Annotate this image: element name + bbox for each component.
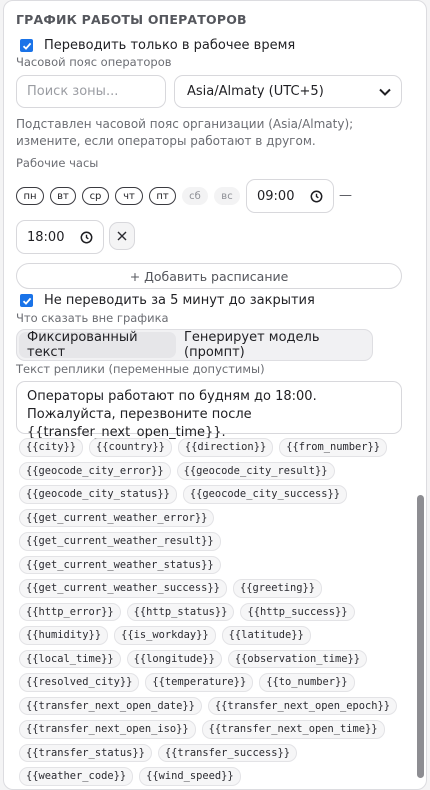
variable-chip[interactable]: {{resolved_city}}	[19, 673, 140, 692]
time-to-input[interactable]: 18:00	[16, 220, 104, 254]
variable-chip[interactable]: {{http_success}}	[240, 602, 355, 621]
variable-chip[interactable]: {{is_workday}}	[114, 626, 216, 645]
remove-interval-button[interactable]	[109, 222, 135, 250]
add-schedule-label: + Добавить расписание	[129, 268, 289, 284]
variable-chip[interactable]: {{geocode_city_success}}	[182, 485, 348, 504]
add-schedule-button[interactable]: + Добавить расписание	[16, 263, 402, 289]
variable-chip[interactable]: {{to_number}}	[259, 673, 355, 692]
variable-chip[interactable]: {{longitude}}	[126, 649, 222, 668]
scrollbar-thumb[interactable]	[417, 495, 424, 778]
variable-chips: {{city}} {{country}} {{direction}} {{fro…	[19, 438, 411, 786]
close-icon	[117, 231, 127, 241]
reply-text-label: Текст реплики (переменные допустимы)	[16, 362, 265, 376]
clock-icon[interactable]	[310, 190, 323, 203]
only-work-hours-checkbox[interactable]	[20, 39, 33, 52]
time-separator: —	[339, 188, 352, 203]
timezone-selected-value: Asia/Almaty (UTC+5)	[187, 84, 324, 99]
variable-chip[interactable]: {{transfer_status}}	[19, 743, 152, 762]
variable-chip[interactable]: {{latitude}}	[221, 626, 311, 645]
variable-chip[interactable]: {{get_current_weather_error}}	[19, 508, 215, 527]
variable-chip[interactable]: {{local_time}}	[19, 649, 121, 668]
variable-chip[interactable]: {{geocode_city_error}}	[19, 461, 171, 480]
variable-chip[interactable]: {{humidity}}	[19, 626, 109, 645]
variable-chip[interactable]: {{temperature}}	[145, 673, 254, 692]
timezone-select[interactable]: Asia/Almaty (UTC+5)	[174, 75, 402, 108]
day-tue[interactable]: вт	[50, 187, 76, 205]
section-title: ГРАФИК РАБОТЫ ОПЕРАТОРОВ	[16, 12, 247, 27]
variable-chip[interactable]: {{transfer_next_open_iso}}	[19, 720, 196, 739]
variable-chip[interactable]: {{direction}}	[177, 438, 274, 457]
no-transfer-before-close-label: Не переводить за 5 минут до закрытия	[44, 293, 315, 308]
variable-chip[interactable]: {{from_number}}	[279, 438, 388, 457]
timezone-hint: Подставлен часовой пояс организации (Asi…	[16, 117, 354, 148]
day-fri[interactable]: пт	[149, 187, 176, 205]
check-icon	[22, 42, 31, 50]
variable-chip[interactable]: {{get_current_weather_result}}	[19, 532, 221, 551]
variable-chip[interactable]: {{get_current_weather_status}}	[19, 555, 221, 574]
reply-mode-segmented-control: Фиксированный текст Генерирует модель (п…	[16, 329, 373, 361]
timezone-label: Часовой пояс операторов	[16, 55, 172, 69]
variable-chip[interactable]: {{transfer_success}}	[157, 743, 297, 762]
variable-chip[interactable]: {{geocode_city_result}}	[176, 461, 335, 480]
time-to-value: 18:00	[27, 229, 65, 245]
variable-chip[interactable]: {{observation_time}}	[227, 649, 368, 668]
variable-chip[interactable]: {{transfer_next_open_time}}	[201, 720, 385, 739]
chevron-down-icon	[379, 88, 391, 96]
variable-chip[interactable]: {{geocode_city_status}}	[19, 485, 177, 504]
mode-fixed-text-option[interactable]: Фиксированный текст	[19, 330, 176, 360]
day-wed[interactable]: ср	[82, 187, 109, 205]
outside-schedule-label: Что сказать вне графика	[16, 311, 169, 325]
operator-schedule-panel: ГРАФИК РАБОТЫ ОПЕРАТОРОВ Переводить толь…	[3, 0, 427, 790]
timezone-search-placeholder: Поиск зоны...	[27, 84, 119, 99]
reply-text-area[interactable]: Операторы работают по будням до 18:00. П…	[16, 381, 402, 440]
time-from-value: 09:00	[257, 188, 295, 204]
day-thu[interactable]: чт	[115, 187, 143, 205]
time-from-input[interactable]: 09:00	[246, 179, 334, 213]
day-mon[interactable]: пн	[16, 187, 44, 205]
variable-chip[interactable]: {{transfer_next_open_date}}	[19, 696, 202, 715]
variable-chip[interactable]: {{transfer_next_open_epoch}}	[207, 696, 398, 715]
variable-chip[interactable]: {{get_current_weather_success}}	[19, 579, 227, 598]
work-hours-label: Рабочие часы	[16, 156, 99, 170]
day-sat[interactable]: сб	[182, 187, 208, 205]
day-sun[interactable]: вс	[214, 187, 240, 205]
variable-chip[interactable]: {{city}}	[19, 438, 84, 457]
variable-chip[interactable]: {{http_status}}	[126, 602, 235, 621]
mode-model-generated-option[interactable]: Генерирует модель (промпт)	[176, 330, 370, 360]
check-icon	[22, 297, 31, 305]
only-work-hours-label: Переводить только в рабочее время	[44, 38, 296, 53]
only-work-hours-row[interactable]: Переводить только в рабочее время	[20, 38, 295, 53]
variable-chip[interactable]: {{country}}	[89, 438, 172, 457]
reply-text-value: Операторы работают по будням до 18:00. П…	[27, 389, 317, 440]
variable-chip[interactable]: {{http_error}}	[19, 602, 121, 621]
weekday-selector: пн вт ср чт пт сб вс	[16, 187, 240, 205]
variable-chip[interactable]: {{greeting}}	[232, 579, 323, 598]
clock-icon[interactable]	[80, 231, 93, 244]
no-transfer-before-close-checkbox[interactable]	[20, 294, 33, 307]
no-transfer-before-close-row[interactable]: Не переводить за 5 минут до закрытия	[20, 293, 315, 308]
timezone-search-input[interactable]: Поиск зоны...	[16, 75, 166, 108]
